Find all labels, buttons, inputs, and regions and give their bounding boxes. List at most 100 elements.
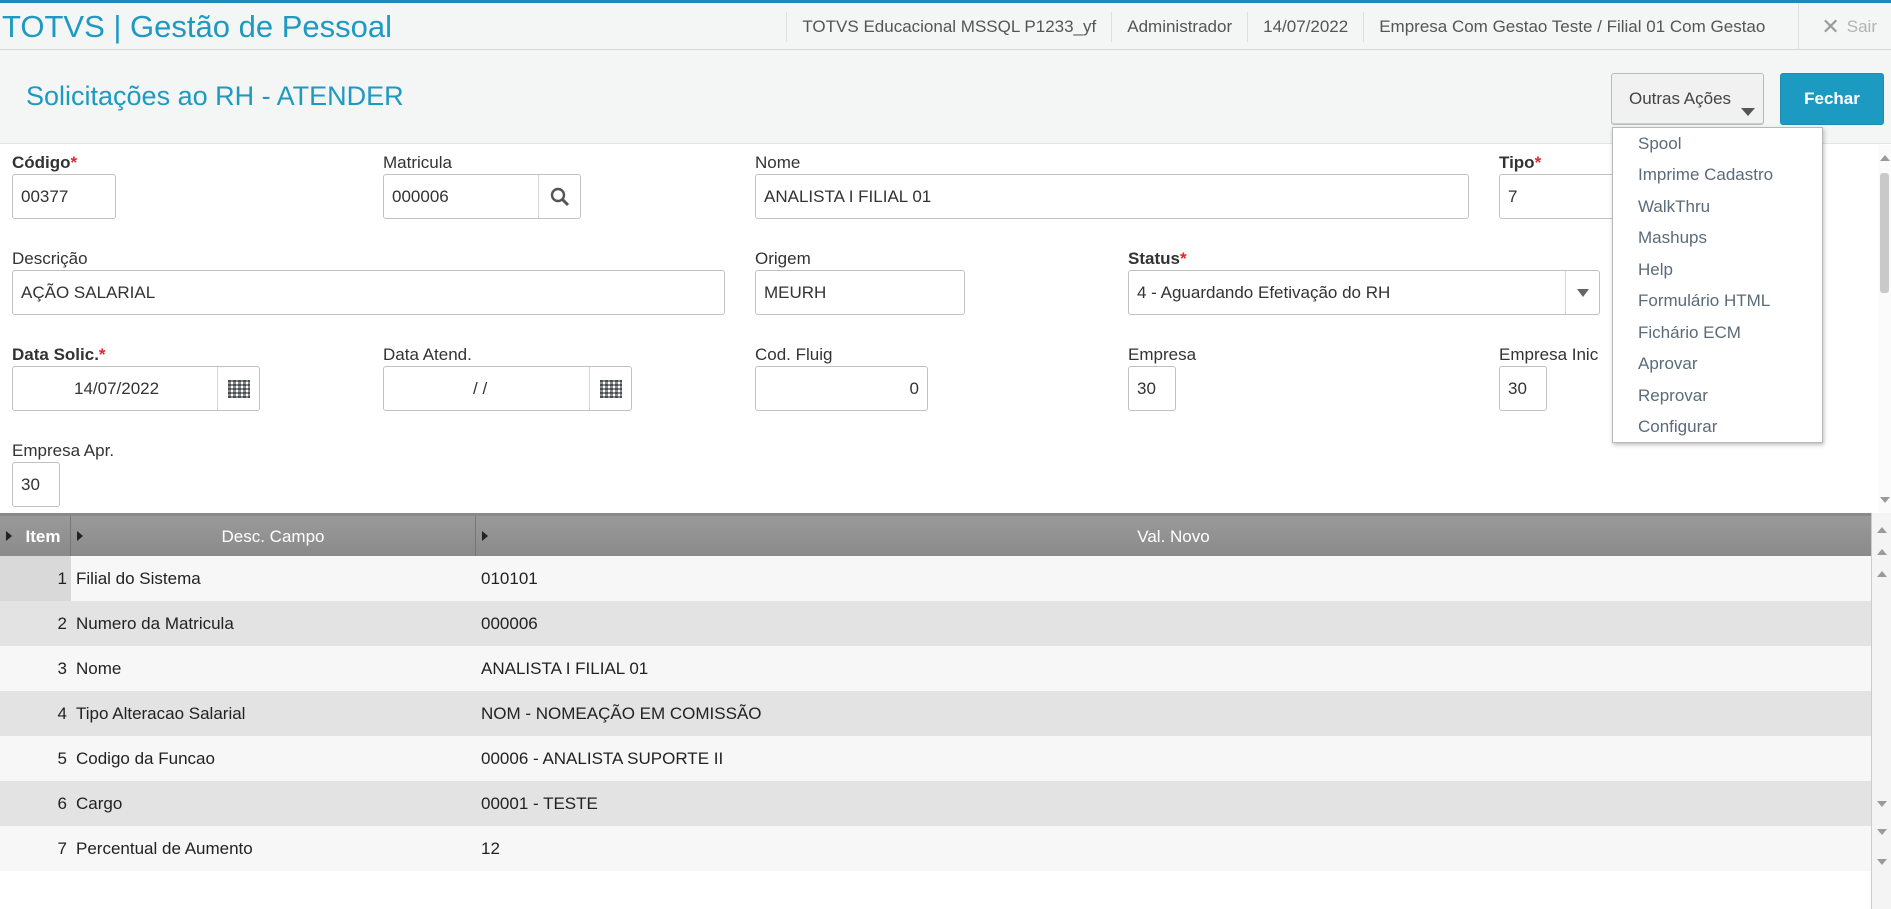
- data-atend-calendar-button[interactable]: [589, 367, 631, 410]
- form-scrollbar[interactable]: [1878, 145, 1891, 513]
- menu-item-walkthru[interactable]: WalkThru: [1613, 191, 1822, 223]
- origem-field[interactable]: MEURH: [755, 270, 965, 315]
- scrollbar-thumb[interactable]: [1880, 173, 1889, 293]
- menu-item-fichario-ecm[interactable]: Fichário ECM: [1613, 317, 1822, 349]
- menu-item-reprovar[interactable]: Reprovar: [1613, 380, 1822, 412]
- close-button[interactable]: Fechar: [1780, 73, 1884, 125]
- column-header-item[interactable]: Item: [0, 516, 71, 556]
- table-row[interactable]: 4 Tipo Alteracao Salarial NOM - NOMEAÇÃO…: [0, 691, 1871, 736]
- row-val: ANALISTA I FILIAL 01: [481, 659, 649, 678]
- table-row[interactable]: 7 Percentual de Aumento 12: [0, 826, 1871, 871]
- descricao-field[interactable]: AÇÃO SALARIAL: [12, 270, 725, 315]
- matricula-label: Matricula: [383, 153, 452, 172]
- scroll-up-icon[interactable]: [1877, 571, 1887, 577]
- calendar-icon: [227, 379, 250, 398]
- row-desc: Codigo da Funcao: [76, 749, 215, 768]
- empresa-inic-label: Empresa Inic: [1499, 345, 1599, 364]
- row-val: 00001 - TESTE: [481, 794, 598, 813]
- tipo-label: Tipo*: [1499, 153, 1542, 172]
- empresa-apr-field[interactable]: 30: [12, 462, 60, 507]
- table-row[interactable]: 6 Cargo 00001 - TESTE: [0, 781, 1871, 826]
- row-item: 6: [57, 794, 67, 813]
- data-atend-label: Data Atend.: [383, 345, 472, 364]
- column-header-desc[interactable]: Desc. Campo: [71, 516, 476, 556]
- environment-label: TOTVS Educacional MSSQL P1233_yf: [786, 11, 1111, 42]
- chevron-down-icon: [1576, 288, 1589, 297]
- scroll-up-icon[interactable]: [1880, 155, 1890, 161]
- scroll-bottom-icon[interactable]: [1877, 859, 1887, 865]
- data-solic-value: 14/07/2022: [74, 378, 160, 398]
- empresa-inic-field[interactable]: 30: [1499, 366, 1547, 411]
- request-form: Código* 00377 Matricula 000006 Nome ANAL…: [0, 145, 1878, 513]
- origem-label: Origem: [755, 249, 811, 268]
- row-val: 000006: [481, 614, 538, 633]
- scroll-top-icon[interactable]: [1877, 527, 1887, 533]
- company-label: Empresa Com Gestao Teste / Filial 01 Com…: [1363, 11, 1780, 42]
- tipo-field[interactable]: 7: [1499, 174, 1619, 219]
- table-row[interactable]: 3 Nome ANALISTA I FILIAL 01: [0, 646, 1871, 691]
- grid-body: 1 Filial do Sistema 010101 2 Numero da M…: [0, 556, 1871, 871]
- data-solic-label: Data Solic.*: [12, 345, 106, 364]
- top-bar: TOTVS | Gestão de Pessoal TOTVS Educacio…: [0, 0, 1891, 50]
- cod-fluig-label: Cod. Fluig: [755, 345, 833, 364]
- menu-item-mashups[interactable]: Mashups: [1613, 223, 1822, 255]
- data-atend-value: / /: [473, 378, 488, 398]
- menu-item-spool[interactable]: Spool: [1613, 128, 1822, 160]
- menu-item-imprime-cadastro[interactable]: Imprime Cadastro: [1613, 160, 1822, 192]
- table-row[interactable]: 5 Codigo da Funcao 00006 - ANALISTA SUPO…: [0, 736, 1871, 781]
- nome-label: Nome: [755, 153, 801, 172]
- table-row[interactable]: 2 Numero da Matricula 000006: [0, 601, 1871, 646]
- row-item: 1: [0, 556, 71, 601]
- menu-item-formulario-html[interactable]: Formulário HTML: [1613, 286, 1822, 318]
- page-up-icon[interactable]: [1877, 549, 1887, 555]
- row-item: 3: [57, 659, 67, 678]
- logout-button[interactable]: ✕ Sair: [1798, 3, 1891, 50]
- status-select[interactable]: 4 - Aguardando Efetivação do RH: [1128, 270, 1600, 315]
- menu-item-aprovar[interactable]: Aprovar: [1613, 349, 1822, 381]
- grid-scrollbar[interactable]: [1871, 513, 1891, 909]
- page-title: Solicitações ao RH - ATENDER: [26, 81, 404, 111]
- search-icon: [550, 187, 569, 206]
- nome-field[interactable]: ANALISTA I FILIAL 01: [755, 174, 1469, 219]
- empresa-label: Empresa: [1128, 345, 1197, 364]
- scroll-down-icon[interactable]: [1880, 497, 1890, 503]
- table-row[interactable]: 1 Filial do Sistema 010101: [0, 556, 1871, 601]
- empresa-apr-label: Empresa Apr.: [12, 441, 115, 460]
- fields-grid: Item Desc. Campo Val. Novo 1 Filial do S…: [0, 513, 1871, 909]
- row-item: 7: [57, 839, 67, 858]
- session-info: TOTVS Educacional MSSQL P1233_yf Adminis…: [786, 3, 1891, 50]
- row-item: 5: [57, 749, 67, 768]
- row-desc: Numero da Matricula: [76, 614, 234, 633]
- data-atend-field[interactable]: / /: [383, 366, 632, 411]
- row-val: NOM - NOMEAÇÃO EM COMISSÃO: [481, 704, 762, 723]
- row-desc: Filial do Sistema: [76, 569, 201, 588]
- other-actions-button[interactable]: Outras Ações: [1611, 73, 1764, 125]
- column-header-val[interactable]: Val. Novo: [476, 516, 1871, 556]
- page-header: Solicitações ao RH - ATENDER: [0, 50, 1891, 144]
- menu-item-configurar[interactable]: Configurar: [1613, 412, 1822, 444]
- cod-fluig-field[interactable]: 0: [755, 366, 928, 411]
- other-actions-menu: Spool Imprime Cadastro WalkThru Mashups …: [1612, 127, 1823, 443]
- codigo-field[interactable]: 00377: [12, 174, 116, 219]
- row-item: 4: [57, 704, 67, 723]
- row-desc: Percentual de Aumento: [76, 839, 253, 858]
- status-dropdown-button[interactable]: [1565, 271, 1599, 314]
- other-actions-label: Outras Ações: [1629, 89, 1732, 108]
- row-val: 12: [481, 839, 500, 858]
- codigo-label: Código*: [12, 153, 78, 172]
- empresa-field[interactable]: 30: [1128, 366, 1176, 411]
- user-label: Administrador: [1111, 11, 1247, 42]
- close-icon: ✕: [1821, 13, 1840, 39]
- status-label: Status*: [1128, 249, 1187, 268]
- matricula-field[interactable]: 000006: [383, 174, 581, 219]
- page-down-icon[interactable]: [1877, 829, 1887, 835]
- data-solic-field[interactable]: 14/07/2022: [12, 366, 260, 411]
- date-label: 14/07/2022: [1247, 11, 1363, 42]
- grid-header: Item Desc. Campo Val. Novo: [0, 516, 1871, 556]
- menu-item-help[interactable]: Help: [1613, 254, 1822, 286]
- scroll-down-icon[interactable]: [1877, 801, 1887, 807]
- row-item: 2: [57, 614, 67, 633]
- matricula-search-button[interactable]: [538, 175, 580, 218]
- data-solic-calendar-button[interactable]: [217, 367, 259, 410]
- descricao-label: Descrição: [12, 249, 88, 268]
